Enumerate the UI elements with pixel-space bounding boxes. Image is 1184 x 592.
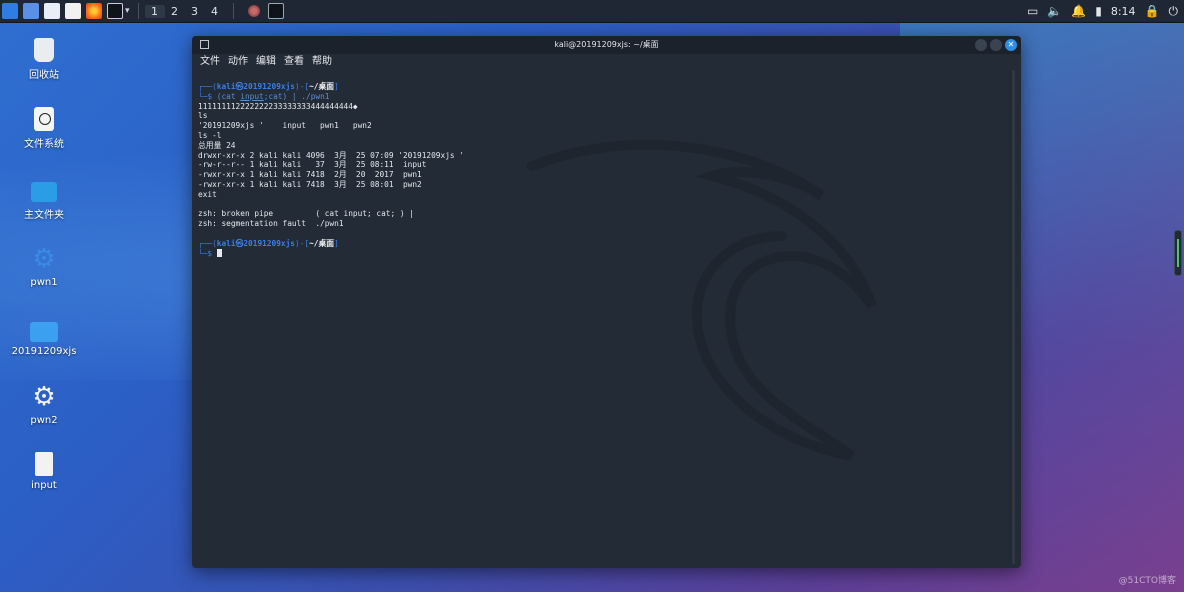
text-file-icon: [35, 452, 53, 476]
menu-file[interactable]: 文件: [200, 54, 220, 70]
output-line: drwxr-xr-x 2 kali kali 4096 3月 25 07:09 …: [198, 150, 464, 160]
desktop-icon-folder[interactable]: 20191209xjs: [6, 314, 82, 357]
output-line: 总用量 24: [198, 140, 236, 150]
text-editor-icon[interactable]: [65, 3, 81, 19]
close-button[interactable]: ✕: [1005, 39, 1017, 51]
output-line: 111111112222222233333333444444444◆: [198, 101, 358, 111]
window-titlebar[interactable]: kali@20191209xjs: ~/桌面 ✕: [192, 36, 1021, 54]
desktop-icon-label: 20191209xjs: [11, 346, 77, 357]
terminal-window: kali@20191209xjs: ~/桌面 ✕ 文件 动作 编辑 查看 帮助 …: [192, 36, 1021, 568]
terminal-output[interactable]: ┌──(kali㉿20191209xjs)-[~/桌面] └─$ (cat in…: [192, 70, 1013, 568]
lock-icon[interactable]: 🔒: [1145, 4, 1160, 18]
output-line: -rw-r--r-- 1 kali kali 37 3月 25 08:11 in…: [198, 160, 427, 170]
terminal-icon: [200, 40, 209, 49]
system-tray: ▭ 🔈 🔔 ▮ 8:14 🔒 ⏻: [1027, 4, 1178, 19]
desktop-icon-filesystem[interactable]: 文件系统: [6, 107, 82, 150]
menu-bar: 文件 动作 编辑 查看 帮助: [192, 54, 1021, 70]
output-line: -rwxr-xr-x 1 kali kali 7418 2月 20 2017 p…: [198, 170, 422, 180]
minimize-button[interactable]: [975, 39, 987, 51]
desktop-icon-pwn1[interactable]: ⚙ pwn1: [6, 245, 82, 288]
chevron-down-icon[interactable]: ▾: [125, 6, 130, 16]
prompt-user: kali: [216, 82, 236, 91]
desktop-icon-trash[interactable]: 回收站: [6, 38, 82, 81]
home-folder-icon: [31, 182, 57, 202]
watermark-text: @51CTO博客: [1118, 576, 1176, 586]
desktop-icon-pwn2[interactable]: ⚙ pwn2: [6, 383, 82, 426]
prompt-dir: ~/桌面: [309, 238, 335, 248]
desktop-icon-home[interactable]: 主文件夹: [6, 176, 82, 221]
menu-edit[interactable]: 编辑: [256, 54, 276, 70]
menu-help[interactable]: 帮助: [312, 54, 332, 70]
output-line: zsh: broken pipe ( cat input; cat; ) |: [198, 209, 414, 219]
folder-icon: [30, 322, 58, 342]
desktop-icon-input[interactable]: input: [6, 452, 82, 491]
notification-bell-icon[interactable]: 🔔: [1071, 4, 1086, 18]
workspace-2[interactable]: 2: [165, 5, 185, 18]
menu-view[interactable]: 查看: [284, 54, 304, 70]
maximize-button[interactable]: [990, 39, 1002, 51]
prompt-host: 20191209xjs: [243, 238, 295, 248]
executable-gear-icon: ⚙: [32, 382, 56, 412]
desktop-icon-label: input: [31, 480, 57, 491]
top-panel: ▾ 1 2 3 4 ▭ 🔈 🔔 ▮ 8:14 🔒 ⏻: [0, 0, 1184, 23]
app-menu-icon[interactable]: [2, 3, 18, 19]
cmd-part: ;cat) | ./pwn1: [263, 91, 330, 101]
output-line: '20191209xjs ' input pwn1 pwn2: [198, 121, 372, 131]
desktop-icon-label: 主文件夹: [24, 210, 64, 221]
text-cursor: [216, 248, 222, 257]
firefox-icon[interactable]: [86, 3, 102, 19]
cmd-part: (cat: [216, 91, 241, 101]
workspace-4[interactable]: 4: [205, 5, 225, 18]
side-panel-handle[interactable]: [1174, 230, 1182, 276]
battery-icon[interactable]: ▮: [1095, 4, 1102, 18]
file-manager-icon[interactable]: [44, 3, 60, 19]
trash-icon: [34, 38, 54, 62]
window-title: kali@20191209xjs: ~/桌面: [554, 40, 659, 49]
taskbar-app-icon[interactable]: [247, 5, 260, 17]
panel-separator: [137, 3, 139, 19]
display-icon[interactable]: ▭: [1027, 4, 1038, 18]
panel-separator: [232, 3, 234, 19]
prompt-dir: ~/桌面: [309, 82, 335, 91]
output-line: ls -l: [198, 130, 222, 140]
desktop-icon-label: pwn1: [30, 277, 58, 288]
output-line: -rwxr-xr-x 1 kali kali 7418 3月 25 08:01 …: [198, 179, 422, 189]
desktop-icon-label: 回收站: [29, 70, 59, 81]
output-line: ls: [198, 111, 208, 121]
volume-icon[interactable]: 🔈: [1047, 4, 1062, 18]
taskbar-terminal-icon[interactable]: [267, 3, 284, 19]
drive-icon: [34, 107, 54, 131]
output-line: exit: [198, 189, 217, 199]
executable-gear-icon: ⚙: [32, 244, 56, 274]
show-desktop-icon[interactable]: [23, 3, 39, 19]
clock[interactable]: 8:14: [1111, 5, 1136, 18]
power-icon[interactable]: ⏻: [1169, 4, 1179, 19]
menu-actions[interactable]: 动作: [228, 54, 248, 70]
prompt-user: kali: [216, 238, 236, 248]
cmd-part-input: input: [240, 91, 264, 101]
prompt-host: 20191209xjs: [243, 82, 295, 91]
desktop-icon-label: 文件系统: [24, 139, 64, 150]
desktop-icon-label: pwn2: [30, 415, 58, 426]
workspace-1[interactable]: 1: [144, 4, 165, 18]
output-line: zsh: segmentation fault ./pwn1: [198, 219, 344, 229]
workspace-3[interactable]: 3: [185, 5, 205, 18]
terminal-scrollbar[interactable]: [1012, 70, 1015, 564]
terminal-launcher-icon[interactable]: [107, 3, 123, 19]
